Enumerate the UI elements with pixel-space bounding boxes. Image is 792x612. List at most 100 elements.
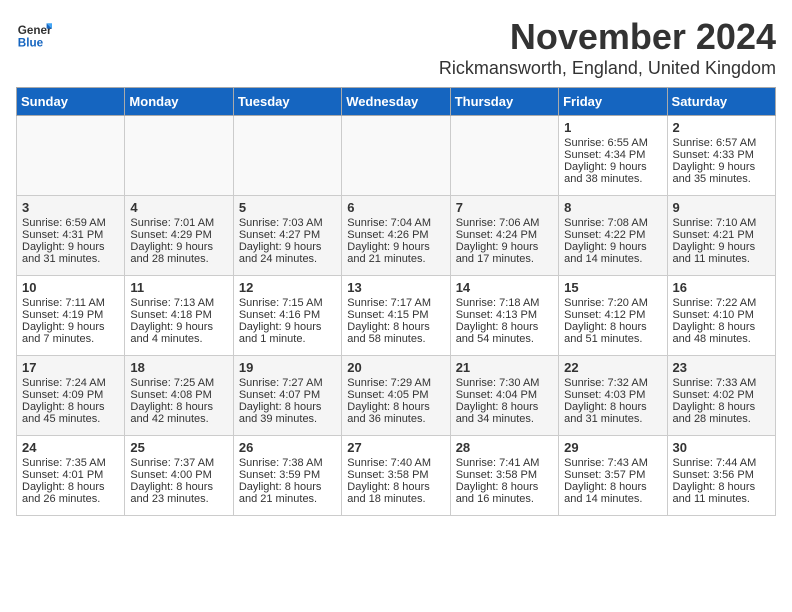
location-title: Rickmansworth, England, United Kingdom xyxy=(439,58,776,79)
calendar-cell: 3Sunrise: 6:59 AMSunset: 4:31 PMDaylight… xyxy=(17,196,125,276)
calendar-cell: 10Sunrise: 7:11 AMSunset: 4:19 PMDayligh… xyxy=(17,276,125,356)
week-row-1: 1Sunrise: 6:55 AMSunset: 4:34 PMDaylight… xyxy=(17,116,776,196)
day-info: Daylight: 9 hours and 28 minutes. xyxy=(130,241,227,265)
day-info: Sunrise: 7:38 AM xyxy=(239,457,336,469)
day-number: 5 xyxy=(239,200,336,215)
day-number: 18 xyxy=(130,360,227,375)
day-info: Daylight: 9 hours and 35 minutes. xyxy=(673,161,770,185)
week-row-3: 10Sunrise: 7:11 AMSunset: 4:19 PMDayligh… xyxy=(17,276,776,356)
calendar-cell: 12Sunrise: 7:15 AMSunset: 4:16 PMDayligh… xyxy=(233,276,341,356)
day-info: Sunrise: 7:32 AM xyxy=(564,377,661,389)
day-info: Sunrise: 7:22 AM xyxy=(673,297,770,309)
day-number: 28 xyxy=(456,440,553,455)
day-info: Sunset: 4:24 PM xyxy=(456,229,553,241)
day-info: Daylight: 9 hours and 4 minutes. xyxy=(130,321,227,345)
day-info: Sunrise: 7:37 AM xyxy=(130,457,227,469)
day-info: Sunset: 4:05 PM xyxy=(347,389,444,401)
calendar-cell xyxy=(17,116,125,196)
calendar-cell: 20Sunrise: 7:29 AMSunset: 4:05 PMDayligh… xyxy=(342,356,450,436)
day-info: Daylight: 8 hours and 42 minutes. xyxy=(130,401,227,425)
calendar-cell: 19Sunrise: 7:27 AMSunset: 4:07 PMDayligh… xyxy=(233,356,341,436)
day-number: 25 xyxy=(130,440,227,455)
day-info: Daylight: 8 hours and 31 minutes. xyxy=(564,401,661,425)
column-header-sunday: Sunday xyxy=(17,88,125,116)
day-info: Sunrise: 7:33 AM xyxy=(673,377,770,389)
column-header-monday: Monday xyxy=(125,88,233,116)
day-number: 15 xyxy=(564,280,661,295)
calendar-cell: 6Sunrise: 7:04 AMSunset: 4:26 PMDaylight… xyxy=(342,196,450,276)
day-number: 12 xyxy=(239,280,336,295)
day-info: Daylight: 9 hours and 17 minutes. xyxy=(456,241,553,265)
calendar-cell: 17Sunrise: 7:24 AMSunset: 4:09 PMDayligh… xyxy=(17,356,125,436)
day-info: Daylight: 9 hours and 38 minutes. xyxy=(564,161,661,185)
day-info: Daylight: 8 hours and 11 minutes. xyxy=(673,481,770,505)
day-info: Daylight: 8 hours and 21 minutes. xyxy=(239,481,336,505)
day-info: Sunset: 4:19 PM xyxy=(22,309,119,321)
logo: General Blue xyxy=(16,16,52,52)
day-info: Daylight: 8 hours and 36 minutes. xyxy=(347,401,444,425)
calendar-cell: 2Sunrise: 6:57 AMSunset: 4:33 PMDaylight… xyxy=(667,116,775,196)
calendar-cell: 14Sunrise: 7:18 AMSunset: 4:13 PMDayligh… xyxy=(450,276,558,356)
day-info: Daylight: 8 hours and 54 minutes. xyxy=(456,321,553,345)
day-info: Sunrise: 7:04 AM xyxy=(347,217,444,229)
day-info: Sunset: 4:07 PM xyxy=(239,389,336,401)
day-info: Daylight: 8 hours and 51 minutes. xyxy=(564,321,661,345)
calendar-table: SundayMondayTuesdayWednesdayThursdayFrid… xyxy=(16,87,776,516)
day-info: Sunrise: 7:06 AM xyxy=(456,217,553,229)
calendar-cell: 25Sunrise: 7:37 AMSunset: 4:00 PMDayligh… xyxy=(125,436,233,516)
day-number: 3 xyxy=(22,200,119,215)
day-info: Sunset: 4:03 PM xyxy=(564,389,661,401)
day-number: 26 xyxy=(239,440,336,455)
day-number: 17 xyxy=(22,360,119,375)
day-info: Sunrise: 6:57 AM xyxy=(673,137,770,149)
day-number: 13 xyxy=(347,280,444,295)
day-info: Daylight: 8 hours and 58 minutes. xyxy=(347,321,444,345)
week-row-5: 24Sunrise: 7:35 AMSunset: 4:01 PMDayligh… xyxy=(17,436,776,516)
logo-icon: General Blue xyxy=(16,16,52,52)
day-info: Sunset: 4:08 PM xyxy=(130,389,227,401)
column-header-tuesday: Tuesday xyxy=(233,88,341,116)
day-info: Daylight: 8 hours and 14 minutes. xyxy=(564,481,661,505)
day-info: Sunrise: 7:27 AM xyxy=(239,377,336,389)
calendar-cell: 1Sunrise: 6:55 AMSunset: 4:34 PMDaylight… xyxy=(559,116,667,196)
calendar-cell: 7 Sunrise: 7:06 AMSunset: 4:24 PMDaylight… xyxy=(450,196,558,276)
calendar-cell: 27Sunrise: 7:40 AMSunset: 3:58 PMDayligh… xyxy=(342,436,450,516)
day-info: Sunrise: 7:13 AM xyxy=(130,297,227,309)
day-info: Sunrise: 7:44 AM xyxy=(673,457,770,469)
day-number: 9 xyxy=(673,200,770,215)
column-header-wednesday: Wednesday xyxy=(342,88,450,116)
day-info: Daylight: 8 hours and 16 minutes. xyxy=(456,481,553,505)
calendar-cell: 23Sunrise: 7:33 AMSunset: 4:02 PMDayligh… xyxy=(667,356,775,436)
day-info: Sunrise: 7:17 AM xyxy=(347,297,444,309)
day-number: 22 xyxy=(564,360,661,375)
day-info: Sunset: 4:01 PM xyxy=(22,469,119,481)
day-number: 7 xyxy=(456,200,553,215)
day-info: Sunset: 4:10 PM xyxy=(673,309,770,321)
day-info: Sunset: 4:26 PM xyxy=(347,229,444,241)
day-info: Sunset: 4:04 PM xyxy=(456,389,553,401)
day-number: 10 xyxy=(22,280,119,295)
calendar-cell: 29Sunrise: 7:43 AMSunset: 3:57 PMDayligh… xyxy=(559,436,667,516)
day-info: Sunset: 4:22 PM xyxy=(564,229,661,241)
day-number: 23 xyxy=(673,360,770,375)
calendar-cell: 28Sunrise: 7:41 AMSunset: 3:58 PMDayligh… xyxy=(450,436,558,516)
day-info: Sunrise: 7:30 AM xyxy=(456,377,553,389)
day-info: Sunset: 3:57 PM xyxy=(564,469,661,481)
day-info: Sunrise: 7:35 AM xyxy=(22,457,119,469)
calendar-cell xyxy=(450,116,558,196)
calendar-cell: 4Sunrise: 7:01 AMSunset: 4:29 PMDaylight… xyxy=(125,196,233,276)
day-info: Daylight: 8 hours and 23 minutes. xyxy=(130,481,227,505)
day-info: Daylight: 8 hours and 28 minutes. xyxy=(673,401,770,425)
day-info: Sunrise: 7:25 AM xyxy=(130,377,227,389)
day-info: Sunrise: 7:15 AM xyxy=(239,297,336,309)
calendar-cell: 18 Sunrise: 7:25 AMSunset: 4:08 PMDayligh… xyxy=(125,356,233,436)
day-info: Sunset: 4:29 PM xyxy=(130,229,227,241)
day-info: Sunset: 4:12 PM xyxy=(564,309,661,321)
day-info: Sunrise: 7:03 AM xyxy=(239,217,336,229)
day-number: 2 xyxy=(673,120,770,135)
day-info: Daylight: 8 hours and 48 minutes. xyxy=(673,321,770,345)
day-info: Daylight: 9 hours and 14 minutes. xyxy=(564,241,661,265)
day-info: Sunrise: 7:43 AM xyxy=(564,457,661,469)
calendar-cell: 22 Sunrise: 7:32 AMSunset: 4:03 PMDayligh… xyxy=(559,356,667,436)
day-number: 8 xyxy=(564,200,661,215)
